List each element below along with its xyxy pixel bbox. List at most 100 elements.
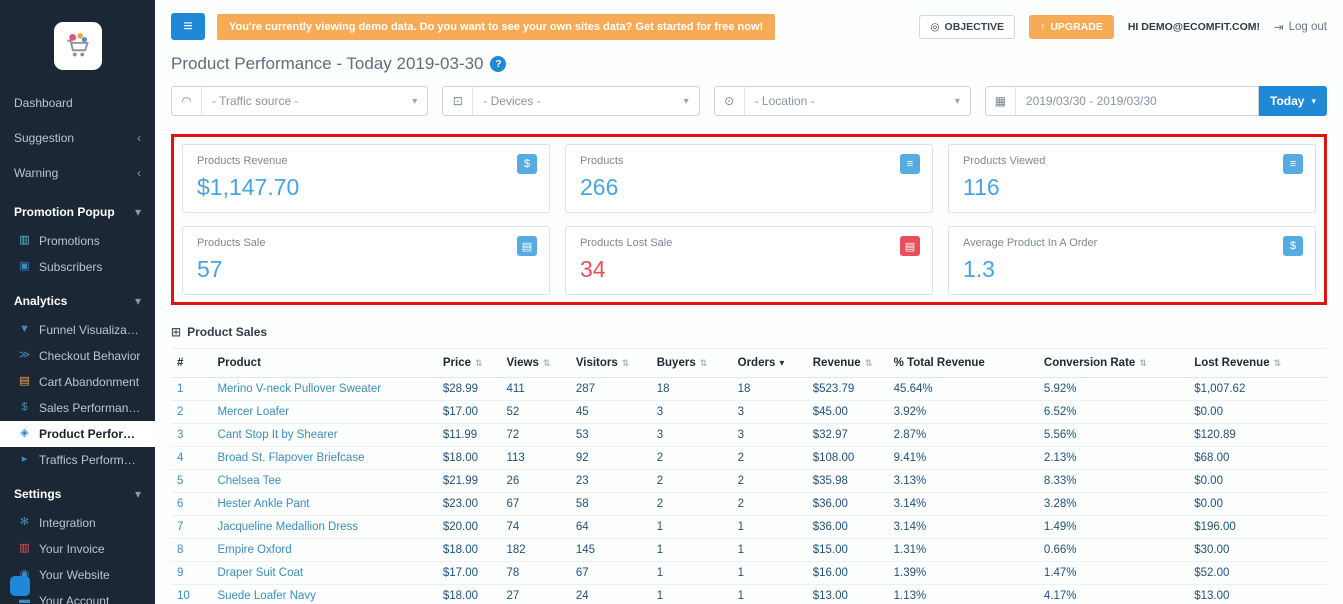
cell-pct-total-revenue: 9.41% — [888, 447, 1038, 470]
objective-button[interactable]: ◎ OBJECTIVE — [919, 15, 1015, 39]
product-link[interactable]: Merino V-neck Pullover Sweater — [217, 383, 381, 395]
row-number: 7 — [171, 516, 211, 539]
cell-lost-revenue: $13.00 — [1188, 585, 1327, 604]
column-header-orders[interactable]: Orders▾ — [732, 349, 807, 378]
cell-pct-total-revenue: 1.13% — [888, 585, 1038, 604]
cell-price: $11.99 — [437, 424, 501, 447]
chevron-down-icon: ▾ — [135, 205, 141, 220]
column-header-price[interactable]: Price⇅ — [437, 349, 501, 378]
sidebar-item-promotions[interactable]: ▥Promotions — [0, 228, 155, 254]
cell-price: $18.00 — [437, 585, 501, 604]
cell-pct-total-revenue: 3.14% — [888, 516, 1038, 539]
cell-pct-total-revenue: 1.31% — [888, 539, 1038, 562]
sidebar-item-dashboard[interactable]: Dashboard — [0, 86, 155, 121]
column-header-product: Product — [211, 349, 436, 378]
app-root: Dashboard Suggestion ‹ Warning‹Promotion Po… — [0, 0, 1343, 604]
section-title: Product Sales — [187, 325, 267, 339]
product-cell: Jacqueline Medallion Dress — [211, 516, 436, 539]
cell-price: $23.00 — [437, 493, 501, 516]
product-link[interactable]: Jacqueline Medallion Dress — [217, 521, 358, 533]
traffic-source-select[interactable]: ◠ - Traffic source - ▾ — [171, 86, 428, 116]
cell-lost-revenue: $0.00 — [1188, 493, 1327, 516]
sidebar-item-cart-abandonment[interactable]: ▤Cart Abandonment — [0, 369, 155, 395]
sidebar-item-warning[interactable]: Warning‹ — [0, 156, 155, 191]
sidebar-item-sales-performance[interactable]: $Sales Performance — [0, 395, 155, 421]
stats-cards: Products Revenue$$1,147.70Products≡266Pr… — [182, 144, 1316, 295]
product-link[interactable]: Empire Oxford — [217, 544, 291, 556]
sidebar-item-label: Suggestion — [14, 131, 74, 146]
cell-visitors: 92 — [570, 447, 651, 470]
cell-revenue: $35.98 — [807, 470, 888, 493]
product-link[interactable]: Mercer Loafer — [217, 406, 289, 418]
sidebar-item-promotion-popup[interactable]: Promotion Popup▾ — [0, 191, 155, 228]
cell-visitors: 45 — [570, 401, 651, 424]
sidebar: Dashboard Suggestion ‹ Warning‹Promotion Po… — [0, 0, 155, 604]
column-header-visitors[interactable]: Visitors⇅ — [570, 349, 651, 378]
column-header-lost-revenue[interactable]: Lost Revenue⇅ — [1188, 349, 1327, 378]
product-link[interactable]: Draper Suit Coat — [217, 567, 303, 579]
product-cell: Cant Stop It by Shearer — [211, 424, 436, 447]
cell-views: 74 — [500, 516, 569, 539]
cell-price: $18.00 — [437, 447, 501, 470]
product-link[interactable]: Chelsea Tee — [217, 475, 281, 487]
column-label: Revenue — [813, 357, 861, 369]
product-link[interactable]: Broad St. Flapover Briefcase — [217, 452, 364, 464]
sidebar-item-analytics[interactable]: Analytics▾ — [0, 280, 155, 317]
cell-visitors: 24 — [570, 585, 651, 604]
product-link[interactable]: Hester Ankle Pant — [217, 498, 309, 510]
sidebar-item-funnel-visualization[interactable]: ▼Funnel Visualization — [0, 317, 155, 343]
stat-label: Products Sale — [197, 237, 535, 249]
location-pin-icon: ⊙ — [715, 87, 745, 115]
upgrade-arrow-icon: ↑ — [1040, 21, 1045, 33]
cell-visitors: 23 — [570, 470, 651, 493]
devices-select[interactable]: ⊡ - Devices - ▾ — [442, 86, 699, 116]
upgrade-button[interactable]: ↑ UPGRADE — [1029, 15, 1114, 39]
cell-lost-revenue: $68.00 — [1188, 447, 1327, 470]
sidebar-item-label: Analytics — [14, 294, 67, 309]
sidebar-item-settings[interactable]: Settings▾ — [0, 473, 155, 510]
chevron-left-icon: ‹ — [137, 131, 141, 146]
logo[interactable] — [0, 0, 155, 86]
sidebar-item-your-invoice[interactable]: ▥Your Invoice — [0, 536, 155, 562]
cell-lost-revenue: $196.00 — [1188, 516, 1327, 539]
sidebar-item-traffics-performance[interactable]: ▸Traffics Performance — [0, 447, 155, 473]
sidebar-item-integration[interactable]: ✻Integration — [0, 510, 155, 536]
cell-revenue: $16.00 — [807, 562, 888, 585]
column-label: Product — [217, 357, 260, 369]
column-header-views[interactable]: Views⇅ — [500, 349, 569, 378]
support-widget-button[interactable] — [10, 576, 30, 596]
filters-row: ◠ - Traffic source - ▾ ⊡ - Devices - ▾ ⊙… — [155, 78, 1343, 120]
cell-conversion-rate: 8.33% — [1038, 470, 1188, 493]
date-range-picker[interactable]: ▦ 2019/03/30 - 2019/03/30 — [985, 86, 1259, 116]
cell-buyers: 1 — [651, 585, 732, 604]
cell-orders: 2 — [732, 447, 807, 470]
annotation-highlight-box: Products Revenue$$1,147.70Products≡266Pr… — [171, 134, 1327, 305]
list-icon: ≡ — [900, 154, 920, 174]
stat-label: Products Lost Sale — [580, 237, 918, 249]
sidebar-item-subscribers[interactable]: ▣Subscribers — [0, 254, 155, 280]
product-link[interactable]: Suede Loafer Navy — [217, 590, 315, 602]
today-button[interactable]: Today ▾ — [1259, 86, 1327, 116]
column-header-buyers[interactable]: Buyers⇅ — [651, 349, 732, 378]
column-label: Lost Revenue — [1194, 357, 1269, 369]
demo-data-banner[interactable]: You're currently viewing demo data. Do y… — [217, 14, 775, 40]
stat-value: 57 — [197, 256, 535, 283]
menu-toggle-button[interactable]: ≡ — [171, 13, 205, 40]
cell-revenue: $523.79 — [807, 378, 888, 401]
sort-icon: ⇅ — [475, 358, 483, 368]
location-select[interactable]: ⊙ - Location - ▾ — [714, 86, 971, 116]
sidebar-item-suggestion[interactable]: Suggestion ‹ — [0, 121, 155, 156]
table-row: 2Mercer Loafer$17.00524533$45.003.92%6.5… — [171, 401, 1327, 424]
help-icon[interactable]: ? — [490, 56, 506, 72]
cell-revenue: $13.00 — [807, 585, 888, 604]
column-label: Orders — [738, 357, 776, 369]
sidebar-item-checkout-behavior[interactable]: ≫Checkout Behavior — [0, 343, 155, 369]
product-link[interactable]: Cant Stop It by Shearer — [217, 429, 337, 441]
row-number: 8 — [171, 539, 211, 562]
column-header-revenue[interactable]: Revenue⇅ — [807, 349, 888, 378]
sidebar-item-label: Product Performance — [39, 427, 141, 442]
column-header-conversion-rate[interactable]: Conversion Rate⇅ — [1038, 349, 1188, 378]
sidebar-item-product-performance[interactable]: ◈Product Performance — [0, 421, 155, 447]
cell-orders: 3 — [732, 401, 807, 424]
logout-link[interactable]: ⇥ Log out — [1274, 20, 1327, 34]
